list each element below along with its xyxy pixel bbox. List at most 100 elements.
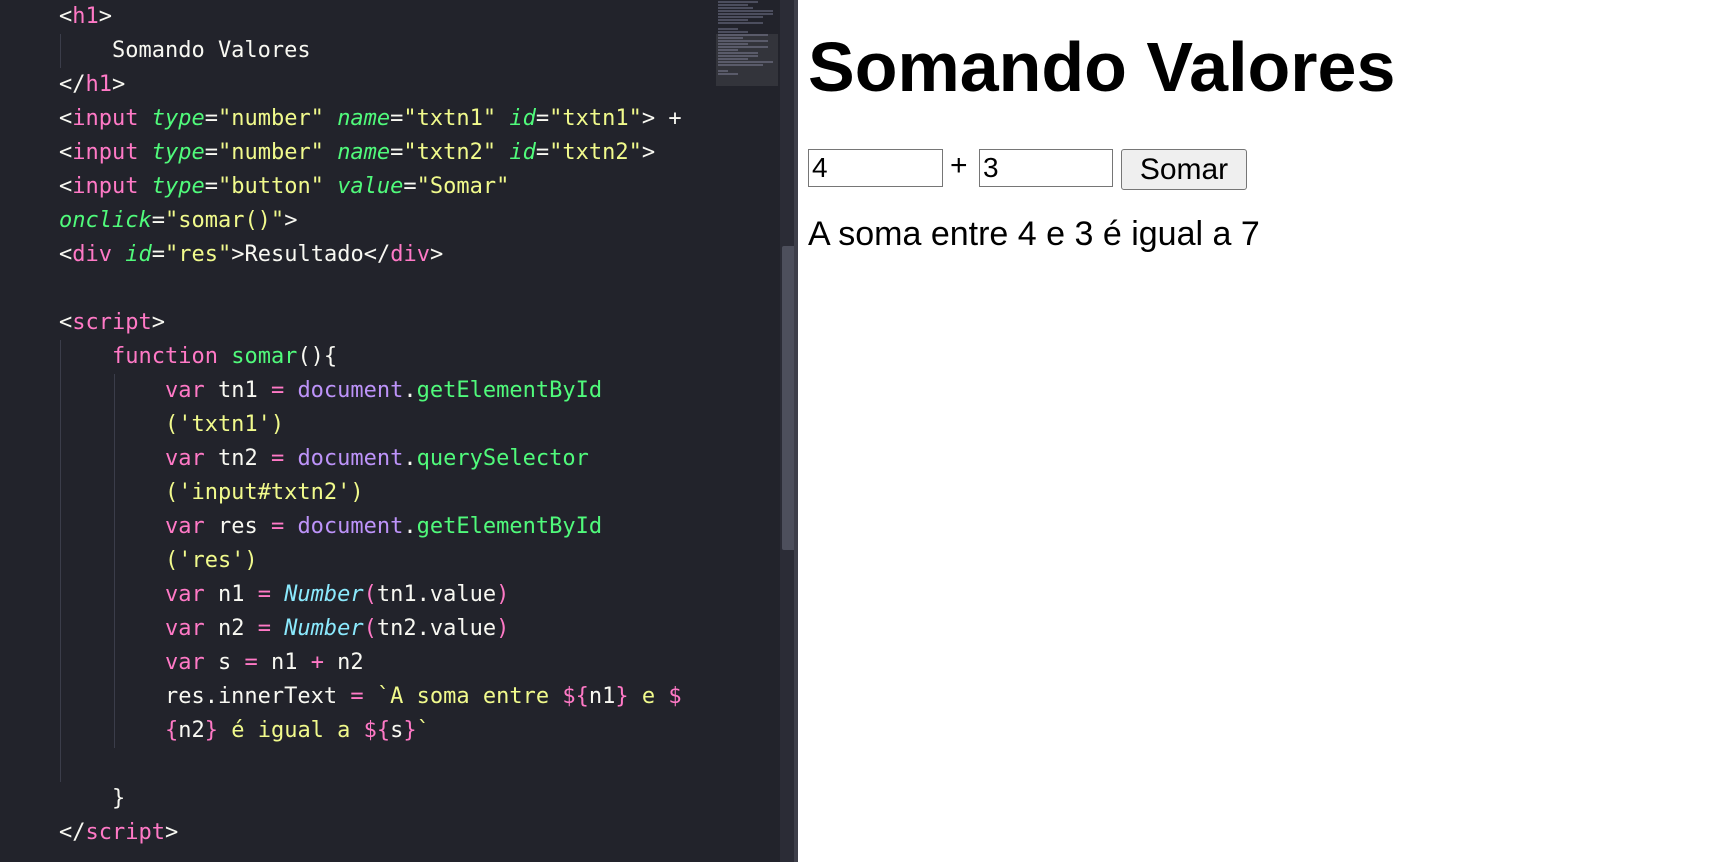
code-token: input: [72, 106, 139, 131]
code-token: {: [59, 718, 179, 743]
code-token: >: [98, 4, 112, 29]
code-token: getElementById: [416, 378, 603, 403]
code-line: ('res'): [59, 544, 682, 578]
somar-button[interactable]: Somar: [1121, 149, 1247, 190]
minimap-line: [718, 4, 748, 6]
code-line: ('txtn1'): [59, 408, 682, 442]
code-token: >: [164, 820, 179, 845]
code-token: <: [59, 310, 73, 335]
code-token: =: [270, 378, 285, 403]
code-token: =: [390, 140, 404, 165]
number-input-1[interactable]: [808, 149, 943, 187]
code-content[interactable]: <h1> Somando Valores </h1> <input type="nu…: [59, 0, 682, 850]
code-token: ): [496, 616, 510, 641]
code-line: <input type="number" name="txtn1" id="tx…: [59, 102, 682, 136]
code-token: =: [204, 106, 218, 131]
code-token: =: [535, 106, 550, 131]
code-line: Somando Valores: [59, 34, 682, 68]
code-token: var: [59, 650, 205, 675]
code-token: `A soma entre: [376, 684, 563, 709]
code-token: .: [403, 446, 417, 471]
code-token: `: [416, 718, 430, 743]
code-token: input: [72, 140, 139, 165]
minimap-viewport[interactable]: [716, 34, 778, 86]
code-token: }: [59, 786, 126, 811]
minimap-line: [718, 16, 763, 18]
page-title: Somando Valores: [808, 28, 1396, 106]
code-line: var tn1 = document.getElementById: [59, 374, 682, 408]
minimap-line: [718, 31, 748, 33]
minimap-line: [718, 7, 753, 9]
code-token: >: [429, 242, 444, 267]
code-line: ('input#txtn2'): [59, 476, 682, 510]
code-token: tn1.value: [376, 582, 497, 607]
code-token: name: [337, 140, 391, 165]
code-token: "txtn1": [549, 106, 642, 131]
code-token: id: [509, 106, 536, 131]
code-token: Number: [284, 616, 364, 641]
code-token: h1: [72, 4, 99, 29]
minimap-line: [718, 19, 748, 21]
code-token: e: [628, 684, 669, 709]
code-token: =: [151, 208, 165, 233]
code-token: type: [151, 106, 205, 131]
plus-sign: +: [950, 149, 968, 182]
code-line: <input type="number" name="txtn2" id="tx…: [59, 136, 682, 170]
code-line: </h1>: [59, 68, 682, 102]
code-token: type: [151, 174, 205, 199]
code-token: }: [403, 718, 417, 743]
minimap-line: [718, 28, 738, 30]
number-input-2[interactable]: [979, 149, 1113, 187]
code-token: é igual a: [217, 718, 364, 743]
code-token: tn2: [204, 446, 271, 471]
code-token: s: [390, 718, 404, 743]
code-token: >: [641, 140, 656, 165]
code-token: var: [59, 378, 205, 403]
code-token: <: [59, 140, 73, 165]
code-token: }: [204, 718, 218, 743]
code-line: res.innerText = `A soma entre ${n1} e $: [59, 680, 682, 714]
code-token: function: [59, 344, 218, 369]
code-token: .: [403, 378, 417, 403]
code-token: script: [72, 310, 152, 335]
code-token: ('res'): [59, 548, 258, 573]
code-token: ('txtn1'): [59, 412, 285, 437]
code-token: var: [59, 446, 205, 471]
code-token: type: [151, 140, 205, 165]
code-token: +: [310, 650, 324, 675]
code-token: n1: [204, 582, 258, 607]
code-line: var tn2 = document.querySelector: [59, 442, 682, 476]
code-token: input: [72, 174, 139, 199]
code-token: id: [509, 140, 536, 165]
code-editor[interactable]: <h1> Somando Valores </h1> <input type="nu…: [0, 0, 798, 862]
code-token: =: [204, 174, 218, 199]
code-token: n1: [588, 684, 616, 709]
code-token: name: [337, 106, 391, 131]
code-token: +: [655, 106, 682, 131]
code-token: =: [244, 650, 258, 675]
code-line: var n2 = Number(tn2.value): [59, 612, 682, 646]
code-token: n2: [178, 718, 205, 743]
code-token: ${: [363, 718, 391, 743]
code-token: </: [363, 242, 391, 267]
code-token: script: [85, 820, 165, 845]
code-token: ('input#txtn2'): [59, 480, 364, 505]
code-token: =: [151, 242, 165, 267]
code-line: <h1>: [59, 0, 682, 34]
code-token: var: [59, 582, 205, 607]
code-token: =: [350, 684, 364, 709]
code-token: <: [59, 106, 73, 131]
code-token: >: [284, 208, 298, 233]
code-token: (){: [297, 344, 338, 369]
code-token: }: [615, 684, 629, 709]
code-token: Somando Valores: [59, 38, 311, 63]
code-token: onclick: [59, 208, 152, 233]
